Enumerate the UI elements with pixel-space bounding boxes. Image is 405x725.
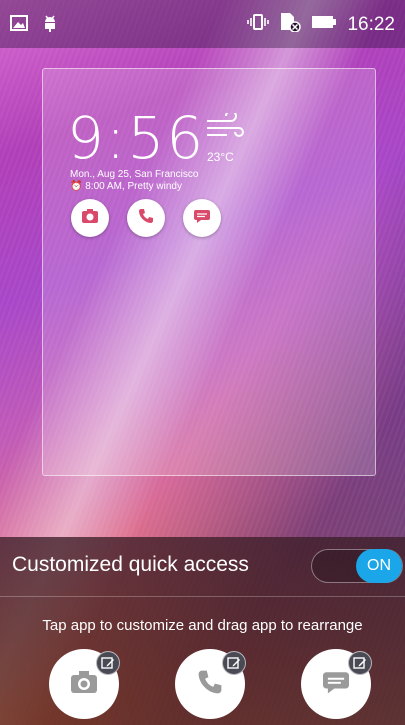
clock-date: Mon., Aug 25, San Francisco xyxy=(70,169,199,180)
status-time: 16:22 xyxy=(347,13,395,35)
toggle-on-label[interactable]: ON xyxy=(356,549,402,583)
wind-icon xyxy=(205,110,245,148)
preview-phone-shortcut xyxy=(127,199,165,237)
panel-hint: Tap app to customize and drag app to rea… xyxy=(42,617,363,634)
battery-icon xyxy=(311,14,337,35)
quick-access-panel: Customized quick access ON Tap app to cu… xyxy=(0,537,405,725)
camera-icon xyxy=(81,208,99,229)
clock-time: 9:56 xyxy=(67,104,206,172)
lockscreen-preview: 9:56 23°C Mon., Aug 25, San Francisco ⏰ … xyxy=(42,68,376,476)
clock-alarm: ⏰ 8:00 AM, Pretty windy xyxy=(70,181,182,192)
camera-icon xyxy=(69,669,99,700)
android-debug-icon xyxy=(42,14,58,37)
phone-icon xyxy=(197,669,223,700)
preview-message-shortcut xyxy=(183,199,221,237)
message-icon xyxy=(193,208,211,229)
quick-access-toggle[interactable]: ON xyxy=(311,549,403,583)
sim-card-off-icon xyxy=(279,12,302,37)
panel-title: Customized quick access xyxy=(12,553,249,576)
edit-message-shortcut-icon[interactable] xyxy=(348,651,372,675)
preview-camera-shortcut xyxy=(71,199,109,237)
alarm-icon: ⏰ xyxy=(70,181,83,192)
clock-widget: 9:56 23°C Mon., Aug 25, San Francisco ⏰ … xyxy=(67,104,244,192)
message-icon xyxy=(321,669,351,700)
shortcut-editor xyxy=(0,649,405,725)
edit-phone-shortcut-icon[interactable] xyxy=(222,651,246,675)
clock-alarm-text: 8:00 AM, Pretty windy xyxy=(85,181,182,192)
quick-access-toggle-row[interactable]: Customized quick access ON xyxy=(0,537,405,597)
edit-camera-shortcut-icon[interactable] xyxy=(96,651,120,675)
phone-icon xyxy=(138,208,154,229)
clock-temperature: 23°C xyxy=(207,150,234,164)
status-bar: 16:22 xyxy=(0,0,405,48)
preview-shortcuts xyxy=(71,199,221,237)
gallery-icon xyxy=(10,15,28,36)
vibrate-icon xyxy=(247,13,270,36)
